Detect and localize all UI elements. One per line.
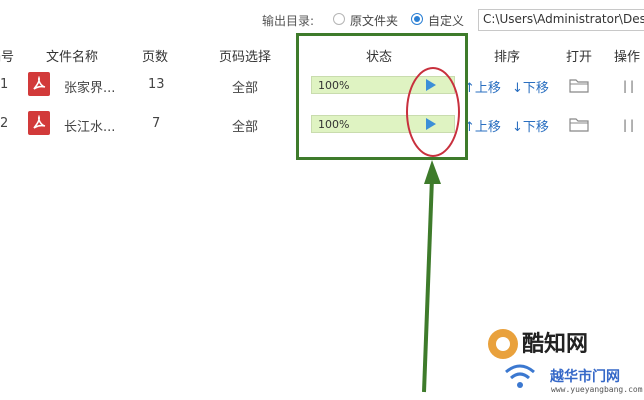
watermark-wifi-icon bbox=[505, 364, 535, 388]
watermark-logo-icon bbox=[488, 329, 518, 359]
watermark-site-url: www.yueyangbang.com bbox=[551, 385, 643, 394]
watermark-logo-text: 酷知网 bbox=[522, 331, 589, 357]
watermark-site-text: 越华市门网 bbox=[550, 369, 620, 385]
